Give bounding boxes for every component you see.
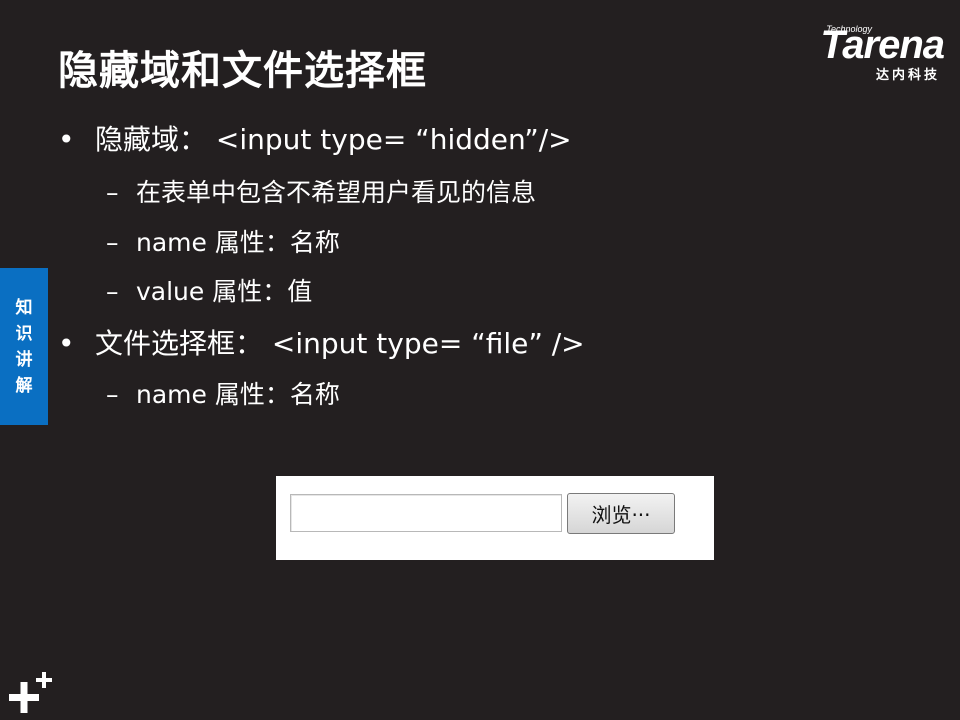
side-tab-knowledge: 知 识 讲 解 [0, 268, 48, 425]
sub-bullet-text: name 属性：名称 [136, 380, 340, 409]
bullet-marker: • [58, 123, 75, 156]
side-tab-char: 解 [15, 375, 33, 396]
sub-bullet-text: value 属性：值 [136, 277, 313, 306]
dash-marker: – [106, 228, 119, 257]
sub-bullet-text: 在表单中包含不希望用户看见的信息 [136, 178, 537, 207]
bullet-text: 隐藏域： <input type= “hidden”/> [95, 123, 572, 156]
sub-bullet-purpose: – 在表单中包含不希望用户看见的信息 [106, 173, 536, 209]
dash-marker: – [106, 178, 119, 207]
sub-bullet-name-attr: – name 属性：名称 [106, 375, 340, 411]
slide-title: 隐藏域和文件选择框 [58, 48, 427, 94]
sub-bullet-name-attr: – name 属性：名称 [106, 223, 340, 259]
file-path-input[interactable] [290, 494, 562, 532]
bullet-file-field: • 文件选择框： <input type= “file” /> [58, 322, 585, 362]
dash-marker: – [106, 380, 119, 409]
logo-chinese: 达内科技 [875, 68, 940, 83]
side-tab-char: 讲 [15, 349, 33, 370]
plus-plus-icon [9, 672, 52, 713]
sub-bullet-text: name 属性：名称 [136, 228, 340, 257]
sub-bullet-value-attr: – value 属性：值 [106, 272, 312, 308]
bullet-marker: • [58, 327, 75, 360]
file-input-demo: 浏览··· [276, 476, 714, 560]
browse-button[interactable]: 浏览··· [567, 493, 675, 534]
logo-wordmark: Tarena [820, 23, 945, 67]
side-tab-char: 知 [15, 297, 33, 318]
bullet-hidden-field: • 隐藏域： <input type= “hidden”/> [58, 118, 572, 158]
bullet-text: 文件选择框： <input type= “file” /> [95, 327, 585, 360]
dash-marker: – [106, 277, 119, 306]
side-tab-char: 识 [15, 323, 33, 344]
tarena-logo: Technology Tarena 达内科技 [776, 22, 946, 84]
